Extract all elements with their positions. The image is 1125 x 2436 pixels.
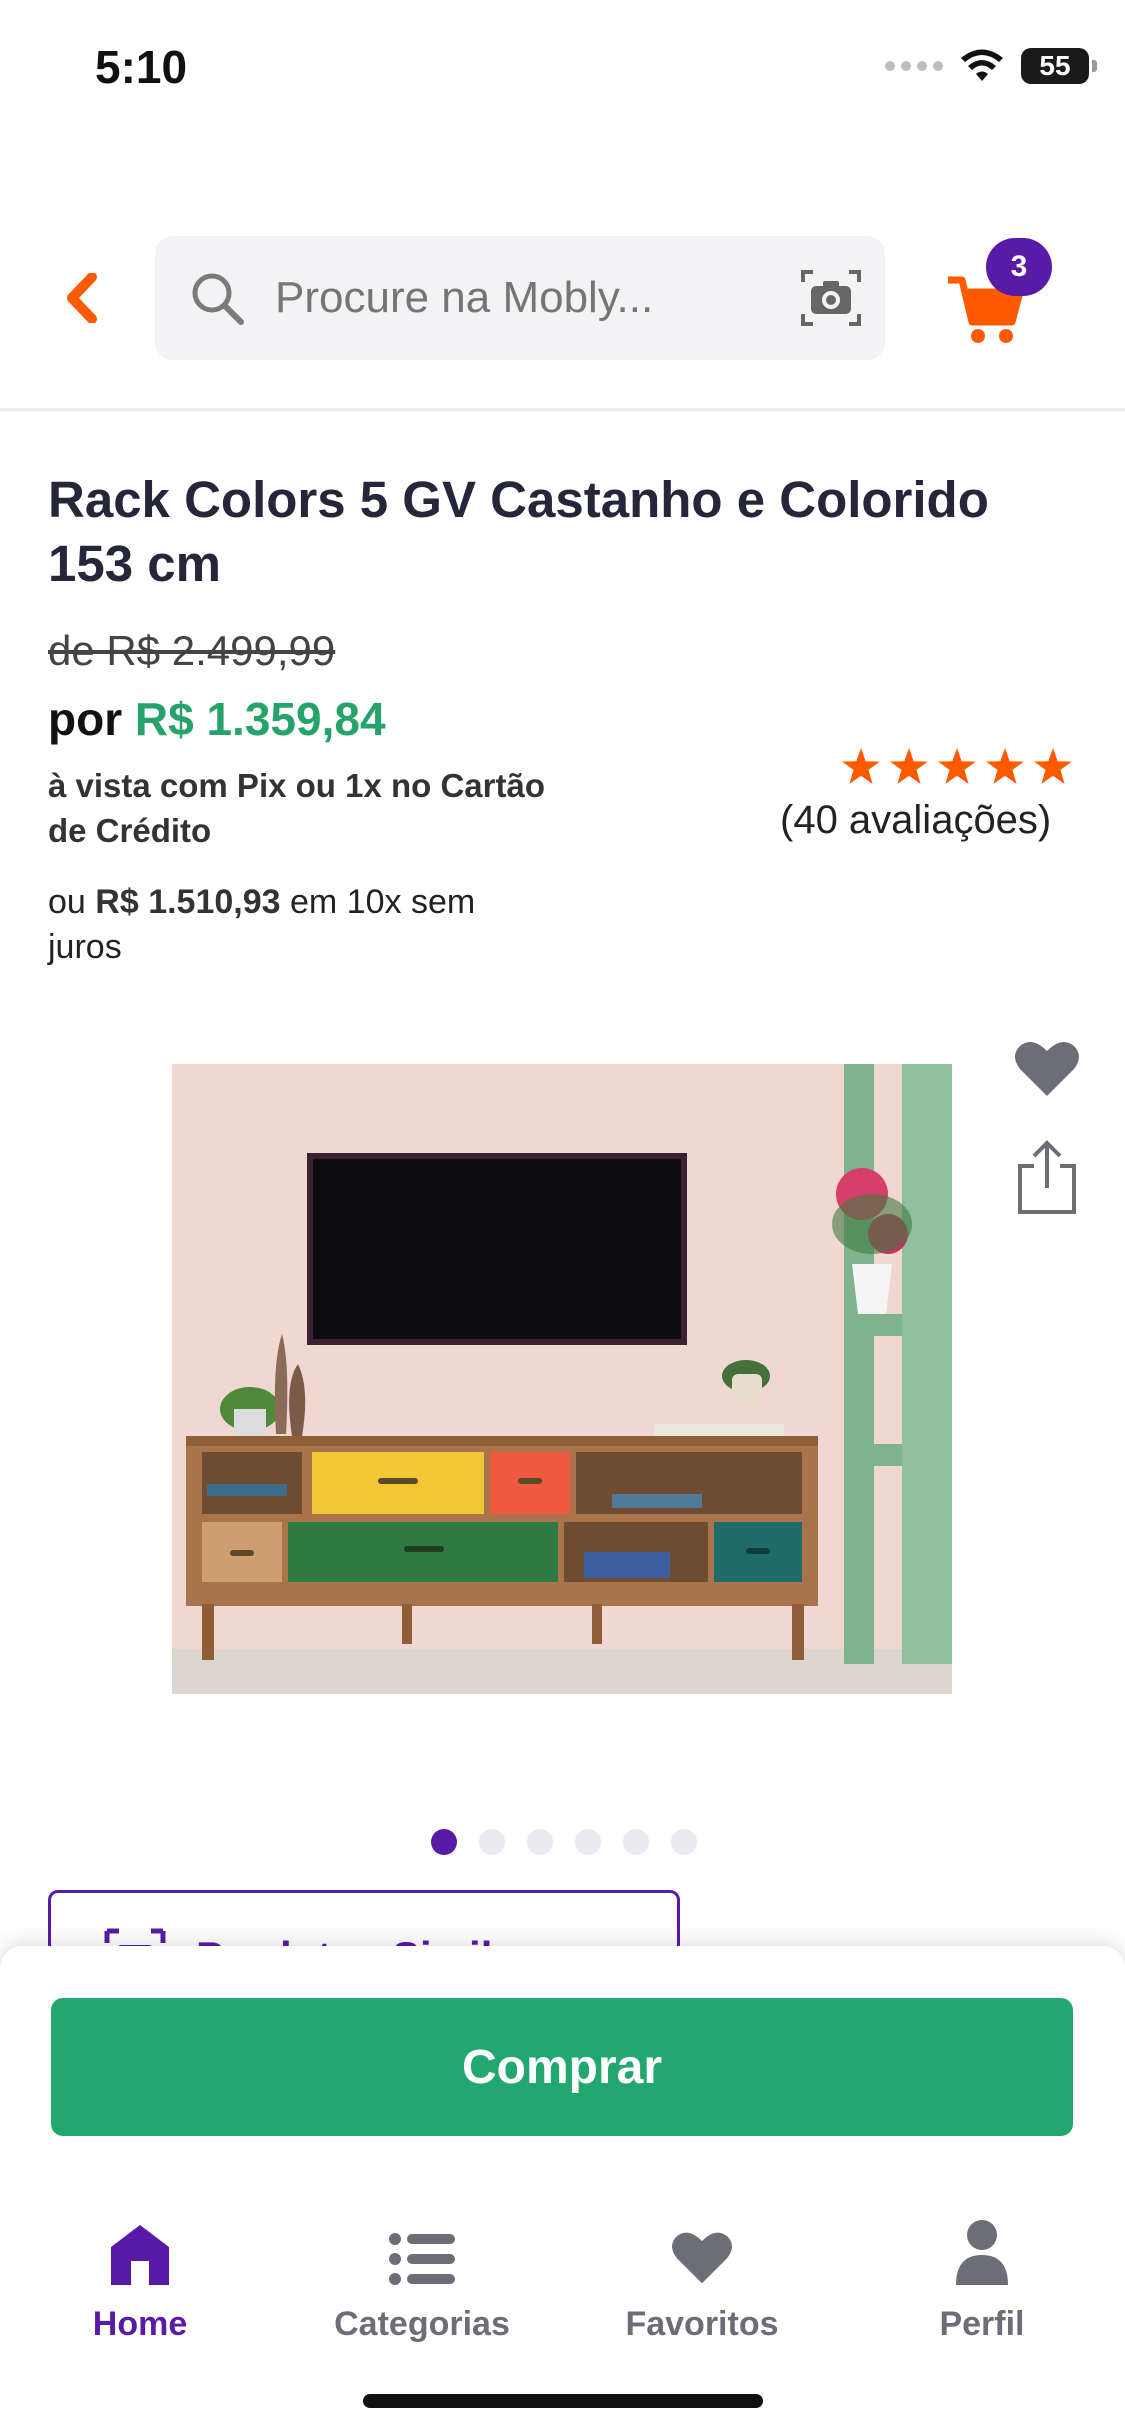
- cart-count-badge: 3: [986, 238, 1052, 296]
- pix-note: à vista com Pix ou 1x no Cartão de Crédi…: [48, 767, 545, 849]
- tab-favoritos-label: Favoritos: [625, 2305, 779, 2343]
- install-value: R$ 1.510,93: [95, 883, 281, 921]
- carousel-dot-4[interactable]: [575, 1829, 601, 1855]
- tab-categorias-label: Categorias: [334, 2305, 510, 2343]
- heart-icon: [1015, 1042, 1079, 1096]
- signal-icon: [885, 61, 943, 71]
- tab-perfil-label: Perfil: [939, 2305, 1025, 2343]
- heart-icon: [672, 2232, 732, 2284]
- share-button[interactable]: [1012, 1140, 1082, 1216]
- buy-panel: Comprar: [0, 1946, 1125, 2191]
- reviews-count[interactable]: (40 avaliações): [780, 798, 1051, 843]
- list-icon: [389, 2233, 455, 2285]
- tab-home[interactable]: Home: [40, 2207, 240, 2344]
- carousel-dot-2[interactable]: [479, 1829, 505, 1855]
- product-title: Rack Colors 5 GV Castanho e Colorido 153…: [48, 471, 989, 592]
- camera-icon[interactable]: [799, 268, 863, 328]
- status-icons: 55: [885, 48, 1097, 84]
- rating-stars[interactable]: [842, 748, 1072, 784]
- star-icon: [890, 748, 928, 784]
- search-icon: [192, 273, 244, 325]
- home-indicator: [363, 2394, 763, 2408]
- star-icon: [986, 748, 1024, 784]
- buy-button[interactable]: Comprar: [51, 1998, 1073, 2136]
- home-icon: [111, 2225, 169, 2285]
- tab-perfil[interactable]: Perfil: [882, 2207, 1082, 2344]
- carousel-dot-3[interactable]: [527, 1829, 553, 1855]
- status-time: 5:10: [95, 41, 188, 93]
- tab-home-label: Home: [92, 2305, 188, 2343]
- install-prefix: ou: [48, 883, 86, 921]
- person-icon: [956, 2220, 1008, 2285]
- carousel-dots[interactable]: [431, 1829, 697, 1855]
- price-value: R$ 1.359,84: [134, 693, 386, 745]
- chevron-left-icon: [67, 273, 97, 323]
- back-button[interactable]: [52, 268, 112, 328]
- carousel-dot-6[interactable]: [671, 1829, 697, 1855]
- star-icon: [1034, 748, 1072, 784]
- old-price: de R$ 2.499,99: [48, 627, 336, 674]
- carousel-dot-5[interactable]: [623, 1829, 649, 1855]
- rack-photo: [172, 1064, 952, 1694]
- wifi-icon: [961, 49, 1003, 81]
- product-image[interactable]: [172, 1064, 952, 1694]
- tab-categorias[interactable]: Categorias: [322, 2207, 522, 2344]
- installments: ou R$ 1.510,93 em 10x sem juros: [48, 880, 548, 970]
- carousel-dot-1[interactable]: [431, 1829, 457, 1855]
- star-icon: [842, 748, 880, 784]
- header-divider: [0, 408, 1125, 411]
- battery-icon: 55: [1021, 48, 1097, 84]
- current-price: por R$ 1.359,84: [48, 692, 386, 746]
- star-icon: [938, 748, 976, 784]
- share-icon: [1018, 1140, 1076, 1214]
- search-bar[interactable]: [155, 236, 885, 360]
- price-prefix: por: [48, 693, 123, 745]
- search-input[interactable]: [273, 272, 757, 324]
- tab-favoritos[interactable]: Favoritos: [602, 2207, 802, 2344]
- favorite-button[interactable]: [1012, 1036, 1082, 1100]
